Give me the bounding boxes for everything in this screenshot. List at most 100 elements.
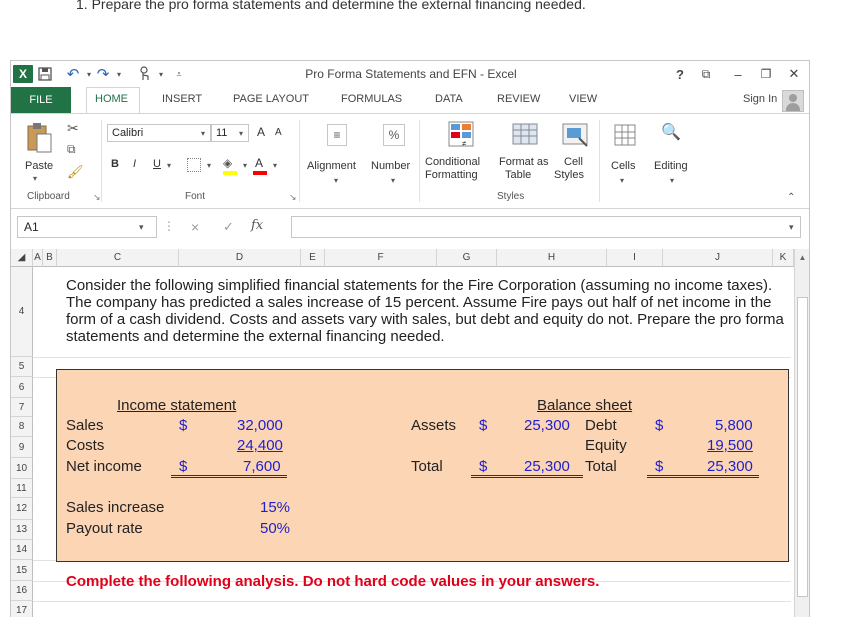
shrink-font-icon[interactable]: A [275, 127, 282, 138]
column-header-k[interactable]: K [773, 249, 794, 267]
bold-button[interactable]: B [111, 158, 119, 170]
tab-data[interactable]: DATA [435, 93, 463, 105]
maximize-button[interactable]: ❐ [757, 65, 775, 83]
font-launcher-icon[interactable]: ↘ [289, 192, 297, 203]
borders-dropdown-icon[interactable]: ▾ [207, 161, 211, 170]
tab-review[interactable]: REVIEW [497, 93, 540, 105]
column-header-h[interactable]: H [497, 249, 607, 267]
tab-formulas[interactable]: FORMULAS [341, 93, 402, 105]
scroll-thumb[interactable] [797, 297, 808, 597]
row-header-11[interactable]: 11 [11, 479, 33, 498]
equity-value[interactable]: 19,500 [707, 437, 753, 454]
column-header-g[interactable]: G [437, 249, 497, 267]
tab-file[interactable]: FILE [11, 87, 71, 113]
formula-input[interactable] [291, 216, 801, 238]
name-box-dropdown-icon[interactable]: ▾ [139, 222, 144, 233]
tab-page-layout[interactable]: PAGE LAYOUT [233, 93, 309, 105]
grow-font-icon[interactable]: A [257, 125, 265, 139]
underline-dropdown-icon[interactable]: ▾ [167, 161, 171, 170]
row-header-13[interactable]: 13 [11, 520, 33, 540]
row-header-8[interactable]: 8 [11, 417, 33, 437]
enter-icon[interactable]: ✓ [223, 219, 234, 235]
column-header-i[interactable]: I [607, 249, 663, 267]
font-color-icon[interactable]: A [255, 156, 263, 170]
editing-button[interactable]: Editing [654, 160, 688, 172]
cells-button[interactable]: Cells [611, 160, 635, 172]
column-header-c[interactable]: C [57, 249, 179, 267]
paste-label[interactable]: Paste [25, 160, 53, 172]
borders-icon[interactable] [187, 158, 201, 172]
payout-rate-value[interactable]: 50% [260, 520, 290, 537]
sales-increase-value[interactable]: 15% [260, 499, 290, 516]
cell-styles-icon[interactable] [561, 120, 589, 148]
row-header-17[interactable]: 17 [11, 601, 33, 617]
column-header-a[interactable]: A [33, 249, 43, 267]
format-as-table-label-1[interactable]: Format as [499, 156, 549, 168]
ribbon-display-icon[interactable]: ⧉ [697, 65, 715, 83]
sales-value[interactable]: 32,000 [237, 417, 283, 434]
minimize-button[interactable]: – [729, 65, 747, 83]
row-header-4[interactable]: 4 [11, 267, 33, 357]
scroll-up-icon[interactable]: ▲ [797, 252, 808, 263]
row-header-14[interactable]: 14 [11, 540, 33, 560]
fill-color-icon[interactable]: ◈ [223, 156, 232, 170]
cells-icon[interactable] [614, 124, 636, 146]
insert-function-icon[interactable]: fx [251, 218, 263, 233]
close-button[interactable]: ✕ [785, 65, 803, 83]
column-header-d[interactable]: D [179, 249, 301, 267]
font-color-dropdown-icon[interactable]: ▾ [273, 161, 277, 170]
cut-icon[interactable]: ✂ [67, 120, 79, 137]
column-header-e[interactable]: E [301, 249, 325, 267]
cell-styles-label-1[interactable]: Cell [564, 156, 583, 168]
help-button[interactable]: ? [671, 65, 689, 83]
cell-styles-label-2[interactable]: Styles [554, 169, 584, 181]
tab-home[interactable]: HOME [95, 93, 128, 105]
expand-formula-bar-icon[interactable]: ▾ [789, 222, 794, 233]
font-size-dropdown-icon[interactable]: ▾ [239, 129, 243, 138]
alignment-dropdown-icon[interactable]: ▾ [334, 176, 338, 185]
row-header-7[interactable]: 7 [11, 398, 33, 417]
fill-color-dropdown-icon[interactable]: ▾ [243, 161, 247, 170]
format-as-table-icon[interactable] [511, 120, 539, 148]
number-dropdown-icon[interactable]: ▾ [391, 176, 395, 185]
paste-dropdown-icon[interactable]: ▾ [33, 174, 37, 183]
conditional-formatting-label-2[interactable]: Formatting [425, 169, 478, 181]
row-header-16[interactable]: 16 [11, 581, 33, 601]
assets-value[interactable]: 25,300 [524, 417, 570, 434]
vertical-scrollbar[interactable]: ▲ [794, 249, 809, 617]
column-header-b[interactable]: B [43, 249, 57, 267]
font-size-select[interactable]: 11 [211, 124, 249, 142]
column-header-j[interactable]: J [663, 249, 773, 267]
row-header-6[interactable]: 6 [11, 377, 33, 398]
collapse-ribbon-icon[interactable]: ⌃ [787, 192, 795, 203]
tab-view[interactable]: VIEW [569, 93, 597, 105]
format-painter-icon[interactable]: 🖌 [67, 164, 84, 180]
editing-dropdown-icon[interactable]: ▾ [670, 176, 674, 185]
paste-icon[interactable] [25, 122, 53, 154]
costs-value[interactable]: 24,400 [237, 437, 283, 454]
font-name-dropdown-icon[interactable]: ▾ [201, 129, 205, 138]
alignment-button[interactable]: Alignment [307, 160, 356, 172]
name-box[interactable]: A1 [17, 216, 157, 238]
font-name-select[interactable]: Calibri [107, 124, 211, 142]
avatar[interactable] [782, 90, 804, 112]
percent-icon[interactable]: % [383, 124, 405, 146]
debt-value[interactable]: 5,800 [715, 417, 753, 434]
sign-in-link[interactable]: Sign In [743, 93, 777, 105]
number-button[interactable]: Number [371, 160, 410, 172]
row-header-15[interactable]: 15 [11, 560, 33, 581]
net-income-value[interactable]: 7,600 [243, 458, 281, 475]
cells-dropdown-icon[interactable]: ▾ [620, 176, 624, 185]
conditional-formatting-label-1[interactable]: Conditional [425, 156, 480, 168]
row-header-5[interactable]: 5 [11, 357, 33, 377]
select-all-corner[interactable]: ◢ [11, 249, 33, 267]
assets-total-value[interactable]: 25,300 [524, 458, 570, 475]
column-header-f[interactable]: F [325, 249, 437, 267]
row-header-12[interactable]: 12 [11, 498, 33, 520]
row-header-9[interactable]: 9 [11, 437, 33, 458]
clipboard-launcher-icon[interactable]: ↘ [93, 192, 101, 203]
format-as-table-label-2[interactable]: Table [505, 169, 531, 181]
underline-button[interactable]: U [153, 158, 161, 170]
tab-insert[interactable]: INSERT [162, 93, 202, 105]
copy-icon[interactable]: ⧉ [67, 142, 76, 157]
